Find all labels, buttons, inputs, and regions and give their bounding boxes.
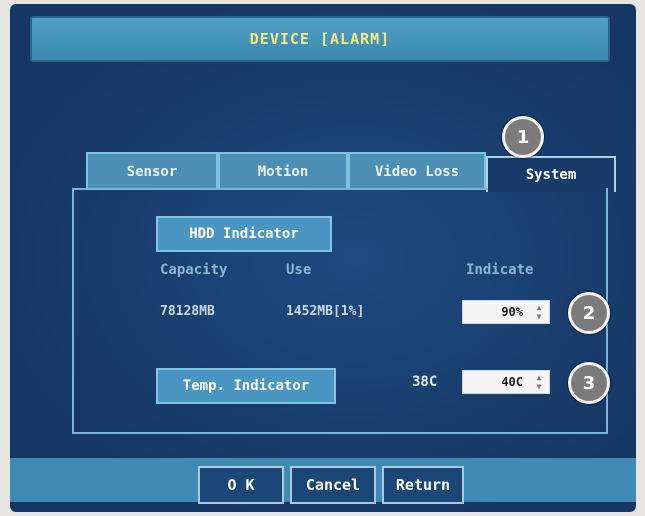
capacity-value: 78128MB [160, 304, 215, 319]
title-bar: DEVICE [ALARM] [30, 16, 610, 62]
callout-marker-2: 2 [568, 292, 610, 334]
use-value: 1452MB[1%] [286, 304, 365, 319]
callout-2-number: 2 [582, 302, 596, 324]
temp-threshold-value: 40C [501, 375, 523, 389]
callout-3-number: 3 [582, 372, 596, 394]
tab-motion[interactable]: Motion [218, 152, 348, 190]
updown-arrow-icon[interactable]: ▲ ▼ [533, 303, 545, 321]
tab-video-loss[interactable]: Video Loss [348, 152, 486, 190]
page-title: DEVICE [ALARM] [249, 30, 391, 48]
return-button[interactable]: Return [382, 466, 464, 504]
ok-button[interactable]: O K [198, 466, 284, 504]
use-header: Use [286, 262, 312, 278]
temp-indicator-label: Temp. Indicator [156, 368, 336, 404]
current-temperature: 38C [412, 374, 438, 390]
callout-marker-3: 3 [568, 362, 610, 404]
updown-arrow-icon[interactable]: ▲ ▼ [533, 373, 545, 391]
hdd-indicate-stepper[interactable]: 90% ▲ ▼ [462, 300, 550, 324]
capacity-header: Capacity [160, 262, 228, 278]
temp-threshold-stepper[interactable]: 40C ▲ ▼ [462, 370, 550, 394]
temp-indicator-text: Temp. Indicator [182, 378, 310, 394]
callout-1-number: 1 [516, 126, 530, 148]
hdd-indicate-value: 90% [501, 305, 523, 319]
panel-divider [72, 188, 488, 190]
hdd-indicator-label: HDD Indicator [156, 216, 332, 252]
tab-system[interactable]: System [486, 156, 616, 192]
callout-marker-1: 1 [502, 116, 544, 158]
hdd-indicator-text: HDD Indicator [189, 226, 299, 242]
cancel-button[interactable]: Cancel [290, 466, 376, 504]
tab-sensor[interactable]: Sensor [86, 152, 218, 190]
indicate-header: Indicate [466, 262, 534, 278]
